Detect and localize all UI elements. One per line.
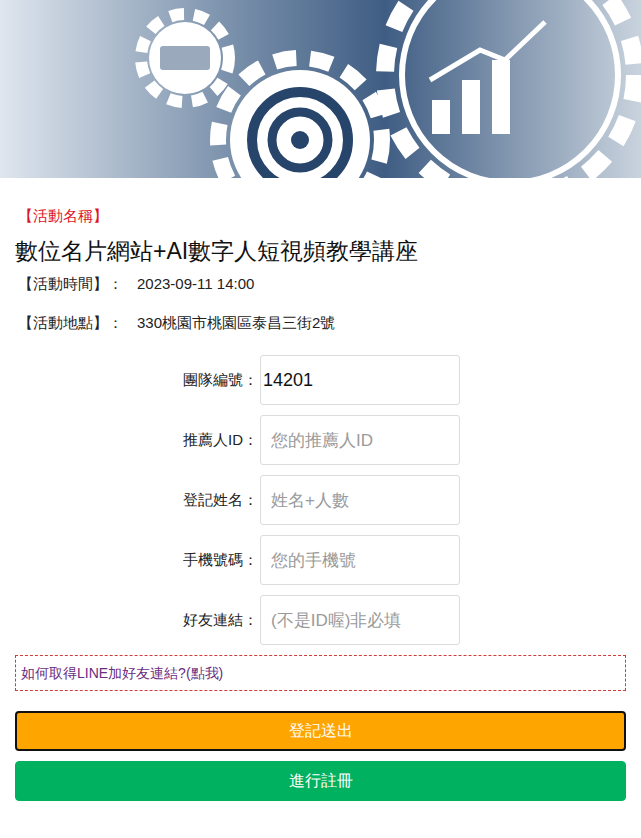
field-input[interactable] <box>260 475 460 525</box>
form-field: 團隊編號： <box>0 355 641 405</box>
field-input[interactable] <box>260 595 460 645</box>
field-label: 推薦人ID： <box>0 431 258 450</box>
event-title: 數位名片網站+AI數字人短視頻教學講座 <box>15 236 626 266</box>
event-page: 【活動名稱】數位名片網站+AI數字人短視頻教學講座【活動時間】： 2023-09-… <box>0 0 641 838</box>
line-help-link[interactable]: 如何取得LINE加好友連結?(點我) <box>15 655 626 691</box>
time-value: 2023-09-11 14:00 <box>137 272 254 296</box>
field-input[interactable] <box>260 355 460 405</box>
place-value: 330桃園市桃園區泰昌三街2號 <box>137 311 335 335</box>
event-info: 【活動名稱】數位名片網站+AI數字人短視頻教學講座【活動時間】： 2023-09-… <box>0 178 641 335</box>
time-label: 【活動時間】： <box>18 272 123 296</box>
banner-image <box>0 0 641 178</box>
form-field: 登記姓名： <box>0 475 641 525</box>
form-field: 好友連結： <box>0 595 641 645</box>
field-input[interactable] <box>260 535 460 585</box>
form-field: 手機號碼： <box>0 535 641 585</box>
form-field: 推薦人ID： <box>0 415 641 465</box>
submit-button[interactable]: 登記送出 <box>15 711 626 751</box>
register-button[interactable]: 進行註冊 <box>15 761 626 801</box>
field-label: 手機號碼： <box>0 551 258 570</box>
field-label: 登記姓名： <box>0 491 258 510</box>
event-time: 【活動時間】： 2023-09-11 14:00 <box>15 272 626 296</box>
event-place: 【活動地點】： 330桃園市桃園區泰昌三街2號 <box>15 311 626 335</box>
place-label: 【活動地點】： <box>18 311 123 335</box>
button-group: 登記送出進行註冊 <box>0 691 641 801</box>
field-label: 好友連結： <box>0 611 258 630</box>
gears-icon <box>0 0 641 178</box>
register-form: 團隊編號： 推薦人ID： 登記姓名： 手機號碼： 好友連結： <box>0 355 641 645</box>
field-input[interactable] <box>260 415 460 465</box>
field-label: 團隊編號： <box>0 371 258 390</box>
event-name-label: 【活動名稱】 <box>15 206 626 226</box>
